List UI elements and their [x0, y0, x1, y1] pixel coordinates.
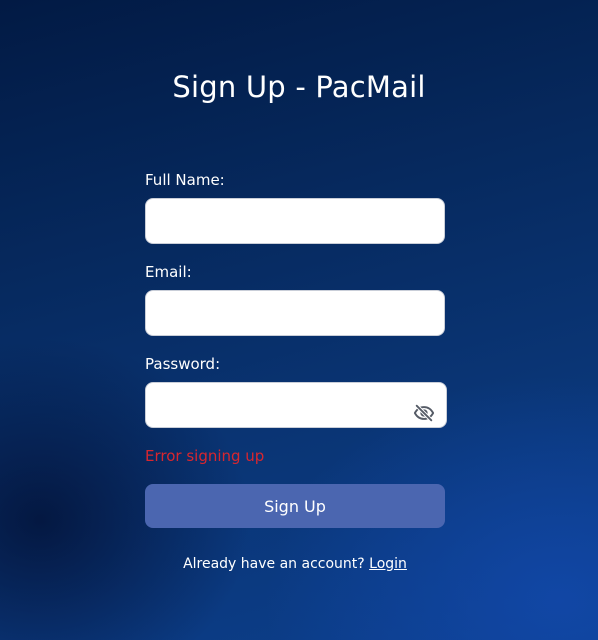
sign-up-button[interactable]: Sign Up [145, 484, 445, 528]
full-name-input[interactable] [145, 198, 445, 244]
login-prompt: Already have an account? Login [0, 556, 590, 572]
email-label: Email: [145, 263, 192, 281]
page-title: Sign Up - PacMail [172, 70, 426, 104]
password-label: Password: [145, 355, 221, 373]
password-wrapper [145, 382, 447, 428]
login-link[interactable]: Login [369, 556, 407, 572]
password-group: Password: [145, 354, 447, 428]
email-group: Email: [145, 262, 445, 336]
password-input[interactable] [145, 382, 447, 428]
email-input[interactable] [145, 290, 445, 336]
full-name-group: Full Name: [145, 170, 445, 244]
login-prompt-text: Already have an account? [183, 556, 365, 572]
eye-slash-icon[interactable] [413, 402, 435, 424]
full-name-label: Full Name: [145, 171, 225, 189]
error-message: Error signing up [145, 447, 265, 465]
